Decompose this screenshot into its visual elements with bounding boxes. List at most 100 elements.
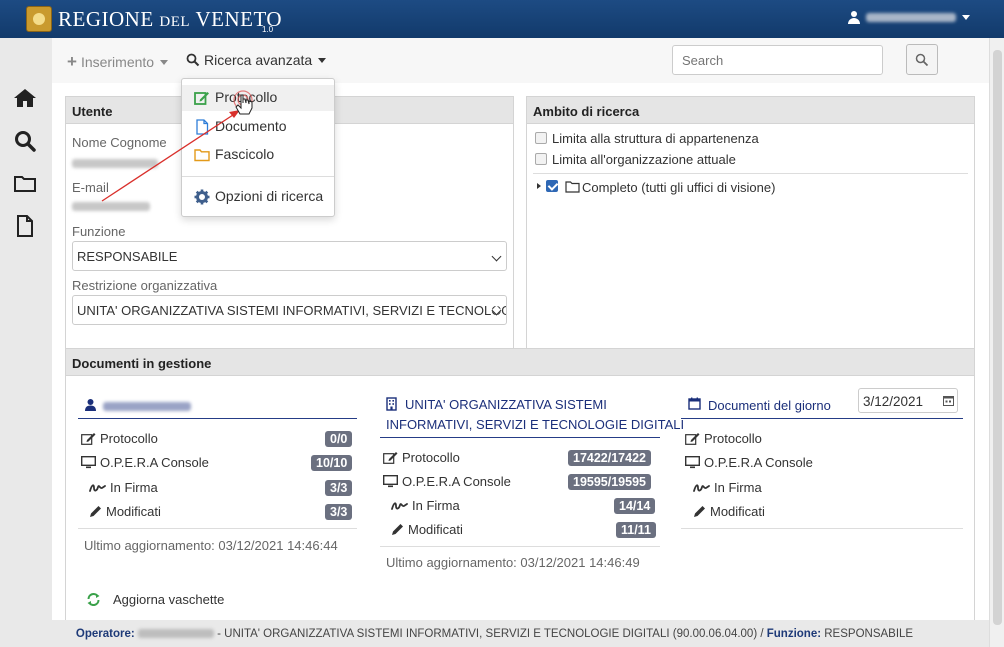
side-rail	[0, 38, 52, 647]
brand-title: REGIONE DEL VENETO	[58, 7, 283, 31]
chevron-down-icon	[962, 15, 970, 20]
tree-root-checkbox[interactable]	[546, 180, 558, 192]
row-label: In Firma	[714, 480, 762, 495]
limit-structure-checkbox[interactable]	[535, 132, 547, 144]
documents-panel: Documenti in gestione Protocollo 0/0 O.P…	[65, 348, 975, 623]
search-scope-title: Ambito di ricerca	[527, 97, 974, 124]
count-badge: 10/10	[311, 455, 353, 471]
count-badge: 3/3	[325, 480, 353, 496]
insert-menu[interactable]: + Inserimento	[67, 52, 169, 72]
divider	[78, 528, 357, 529]
limit-structure-label: Limita alla struttura di appartenenza	[552, 131, 759, 146]
list-item[interactable]: Protocollo	[81, 431, 158, 446]
search-icon	[915, 53, 929, 67]
scrollbar-thumb[interactable]	[993, 50, 1002, 625]
plus-icon: +	[67, 52, 77, 71]
calendar-icon	[688, 397, 701, 410]
menu-item-label: Fascicolo	[215, 146, 275, 162]
gear-icon	[194, 189, 210, 205]
row-label: Protocollo	[704, 431, 762, 446]
count-badge: 3/3	[325, 504, 353, 520]
operator-label: Operatore:	[75, 628, 135, 640]
building-icon	[386, 397, 397, 411]
edit-icon	[383, 452, 398, 464]
home-icon[interactable]	[13, 86, 37, 110]
footer-unit-text: - UNITA' ORGANIZZATIVA SISTEMI INFORMATI…	[217, 628, 764, 640]
list-item[interactable]: Modificati	[89, 504, 161, 519]
list-item[interactable]: O.P.E.R.A Console	[383, 474, 511, 489]
list-item[interactable]: Modificati	[693, 504, 765, 519]
list-item[interactable]: In Firma	[89, 480, 158, 495]
list-item[interactable]: Protocollo	[383, 450, 460, 465]
region-logo-icon	[26, 6, 52, 32]
unit-title-line1: UNITA' ORGANIZZATIVA SISTEMI	[405, 397, 607, 412]
footer-function-label: Funzione:	[766, 628, 822, 640]
list-item[interactable]: Modificati	[391, 522, 463, 537]
folder-icon[interactable]	[13, 171, 37, 195]
last-updated-text: Ultimo aggiornamento: 03/12/2021 14:46:4…	[386, 555, 640, 570]
restriction-label: Restrizione organizzativa	[72, 278, 218, 293]
name-label: Nome Cognome	[72, 135, 167, 150]
count-badge: 14/14	[614, 498, 656, 514]
limit-organization-checkbox[interactable]	[535, 153, 547, 165]
row-label: O.P.E.R.A Console	[100, 455, 209, 470]
search-scope-panel: Ambito di ricerca Limita alla struttura …	[526, 96, 975, 375]
refresh-button[interactable]: Aggiorna vaschette	[86, 592, 224, 607]
user-name-redacted	[103, 402, 191, 411]
menu-item-label: Opzioni di ricerca	[215, 188, 324, 204]
list-item[interactable]: In Firma	[693, 480, 762, 495]
search-input[interactable]	[672, 45, 883, 75]
search-button[interactable]	[906, 44, 938, 75]
operator-name-redacted	[137, 629, 214, 639]
vertical-scrollbar[interactable]	[989, 38, 1004, 647]
pencil-icon	[392, 524, 403, 535]
insert-label: Inserimento	[80, 54, 155, 70]
count-badge: 19595/19595	[568, 474, 651, 490]
footer-function-value: RESPONSABILE	[824, 628, 914, 640]
user-icon	[848, 11, 860, 24]
last-updated-text: Ultimo aggiornamento: 03/12/2021 14:46:4…	[84, 538, 338, 553]
file-icon[interactable]	[13, 214, 37, 238]
restriction-select[interactable]: UNITA' ORGANIZZATIVA SISTEMI INFORMATIVI…	[72, 295, 507, 325]
row-label: In Firma	[412, 498, 460, 513]
file-icon	[196, 119, 209, 135]
search-icon[interactable]	[13, 129, 37, 153]
advanced-search-dropdown: Protocollo Documento Fascicolo Opzioni d…	[181, 78, 335, 217]
tree-root-label[interactable]: Completo (tutti gli uffici di visione)	[582, 180, 775, 195]
toolbar: + Inserimento Ricerca avanzata	[52, 38, 989, 83]
calendar-icon[interactable]	[943, 395, 954, 406]
expand-caret-icon[interactable]	[537, 183, 541, 189]
email-label: E-mail	[72, 180, 109, 195]
list-item[interactable]: O.P.E.R.A Console	[81, 455, 209, 470]
divider	[533, 173, 968, 174]
count-badge: 11/11	[616, 522, 656, 538]
folder-icon	[194, 149, 210, 162]
list-item[interactable]: Protocollo	[685, 431, 762, 446]
menu-item-documento[interactable]: Documento	[182, 114, 334, 140]
pencil-icon	[694, 506, 705, 517]
list-item[interactable]: In Firma	[391, 498, 460, 513]
date-input[interactable]: 3/12/2021	[858, 388, 958, 413]
count-badge: 17422/17422	[568, 450, 651, 466]
function-select[interactable]: RESPONSABILE	[72, 241, 507, 271]
documents-panel-title: Documenti in gestione	[66, 349, 974, 376]
menu-item-protocollo[interactable]: Protocollo	[182, 85, 334, 111]
date-value: 3/12/2021	[863, 394, 924, 409]
column-divider	[78, 418, 357, 419]
menu-divider	[182, 176, 334, 177]
restriction-select-value: UNITA' ORGANIZZATIVA SISTEMI INFORMATIVI…	[77, 303, 506, 318]
app-header: REGIONE DEL VENETO 1.0	[0, 0, 1004, 38]
list-item[interactable]: O.P.E.R.A Console	[685, 455, 813, 470]
folder-icon	[565, 181, 580, 193]
name-value-redacted	[72, 159, 158, 168]
chevron-down-icon	[318, 57, 327, 63]
advanced-search-menu[interactable]: Ricerca avanzata	[186, 52, 327, 68]
row-label: In Firma	[110, 480, 158, 495]
edit-icon	[81, 433, 96, 445]
row-label: Modificati	[106, 504, 161, 519]
menu-item-fascicolo[interactable]: Fascicolo	[182, 142, 334, 168]
refresh-icon	[87, 593, 100, 606]
edit-icon	[685, 433, 700, 445]
user-menu[interactable]	[848, 11, 970, 24]
menu-item-search-options[interactable]: Opzioni di ricerca	[182, 184, 334, 210]
